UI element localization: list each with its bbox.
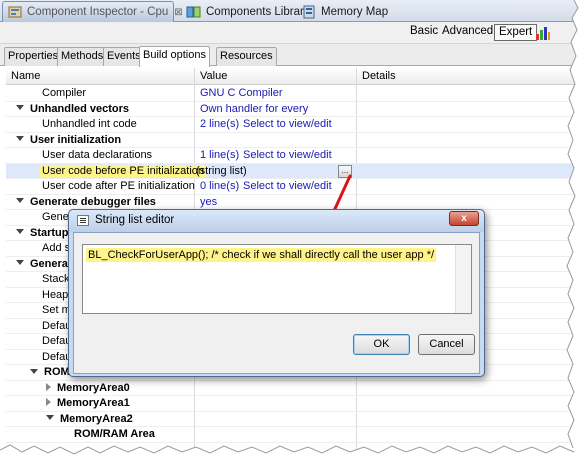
column-header-value[interactable]: Value	[200, 70, 227, 82]
row-value: (string list)	[196, 164, 247, 177]
row-value: GNU C Compiler	[200, 87, 283, 99]
row-name: Add s	[42, 242, 71, 254]
row-value: 2 line(s)	[200, 118, 240, 130]
table-row[interactable]: MemoryArea0	[6, 381, 584, 396]
inspector-sub-tabs: Properties Methods Events Build options …	[0, 44, 584, 67]
tab-label: Memory Map	[321, 5, 389, 18]
cancel-button[interactable]: Cancel	[418, 334, 475, 355]
row-name: Defau	[42, 319, 72, 332]
ok-button[interactable]: OK	[353, 334, 410, 355]
memory-map-icon	[301, 4, 317, 20]
row-name: Unhandled vectors	[30, 102, 130, 115]
row-name: Defau	[42, 335, 72, 347]
row-name: MemoryArea0	[57, 381, 130, 394]
table-row[interactable]: Unhandled int code 2 line(s) Select to v…	[6, 117, 584, 133]
expand-icon[interactable]	[16, 260, 24, 266]
inspector-toolbar: Basic Advanced Expert	[0, 22, 584, 44]
column-header-name[interactable]: Name	[11, 70, 40, 82]
tab-component-inspector[interactable]: Component Inspector - Cpu ⊠	[2, 1, 183, 22]
row-name: Heap	[42, 288, 69, 301]
dialog-title: String list editor	[95, 214, 175, 226]
tab-build-options[interactable]: Build options	[139, 46, 210, 67]
chart-view-icon[interactable]	[535, 25, 551, 44]
row-name: Startup	[30, 226, 69, 239]
close-button[interactable]: x	[449, 211, 479, 226]
dialog-title-bar[interactable]: String list editor x	[69, 210, 484, 232]
row-value: Own handler for every	[200, 102, 309, 115]
row-name: User data declarations	[42, 149, 153, 161]
row-value: 1 line(s)	[200, 149, 240, 161]
tab-label: Component Inspector - Cpu	[27, 6, 169, 18]
expand-icon[interactable]	[46, 415, 54, 421]
table-row[interactable]: MemoryArea1	[6, 396, 584, 412]
components-library-icon	[186, 4, 202, 20]
row-name: MemoryArea1	[57, 397, 130, 409]
list-editor-icon	[77, 215, 89, 226]
expand-icon[interactable]	[16, 136, 24, 142]
string-list-editor-dialog: String list editor x BL_CheckForUserApp(…	[68, 209, 485, 377]
row-name: Set m	[42, 304, 71, 316]
tab-components-library[interactable]: Components Library	[182, 1, 316, 22]
tab-memory-map[interactable]: Memory Map	[297, 1, 394, 22]
row-name: ROM/RAM Area	[74, 428, 155, 440]
collapse-icon[interactable]	[46, 398, 51, 407]
row-name: Unhandled int code	[42, 118, 137, 130]
mode-basic[interactable]: Basic	[406, 24, 442, 41]
row-value: yes	[200, 195, 218, 208]
row-name: Defau	[42, 350, 72, 363]
table-row[interactable]: User initialization	[6, 133, 584, 148]
tab-label: Components Library	[206, 5, 310, 18]
row-name: Compiler	[42, 87, 87, 99]
table-row[interactable]: Compiler GNU C Compiler	[6, 86, 584, 102]
component-inspector-icon	[7, 4, 23, 20]
expand-icon[interactable]	[16, 105, 24, 111]
row-name: ROM	[44, 366, 70, 378]
mode-expert[interactable]: Expert	[494, 24, 538, 41]
select-to-view-edit-link[interactable]: Select to view/edit	[243, 149, 332, 161]
row-name: Genera	[30, 257, 68, 270]
column-header-details[interactable]: Details	[362, 70, 396, 82]
row-value: 0 line(s)	[200, 180, 240, 192]
row-name: User initialization	[30, 133, 122, 146]
row-name: User code after PE initialization	[42, 180, 195, 192]
expand-icon[interactable]	[16, 198, 24, 204]
row-name: MemoryArea2	[60, 412, 133, 425]
row-name: Generate debugger files	[30, 195, 156, 208]
expand-icon[interactable]	[16, 229, 24, 235]
editor-tab-strip: Component Inspector - Cpu ⊠ Components L…	[0, 0, 584, 22]
mode-advanced[interactable]: Advanced	[438, 24, 497, 41]
table-row-selected[interactable]: User code before PE initialization (stri…	[6, 163, 584, 179]
string-list-textarea[interactable]: BL_CheckForUserApp(); /* check if we sha…	[82, 244, 472, 314]
row-name: Stack	[42, 273, 70, 285]
table-row[interactable]: Unhandled vectors Own handler for every	[6, 102, 584, 117]
select-to-view-edit-link[interactable]: Select to view/edit	[243, 118, 332, 130]
vertical-scrollbar[interactable]	[455, 245, 471, 313]
tab-properties[interactable]: Properties	[4, 47, 63, 66]
grid-header: Name Value Details	[6, 68, 584, 85]
tab-methods[interactable]: Methods	[57, 47, 108, 66]
table-row[interactable]: Generate debugger files yes	[6, 195, 584, 210]
code-line[interactable]: BL_CheckForUserApp(); /* check if we sha…	[86, 248, 437, 262]
dialog-body: BL_CheckForUserApp(); /* check if we sha…	[73, 232, 480, 374]
table-row[interactable]: User code after PE initialization 0 line…	[6, 179, 584, 195]
collapse-icon[interactable]	[46, 382, 51, 391]
expand-icon[interactable]	[30, 368, 38, 374]
table-row[interactable]: User data declarations 1 line(s) Select …	[6, 148, 584, 164]
table-row[interactable]: MemoryArea2	[6, 412, 584, 427]
tab-resources[interactable]: Resources	[216, 47, 277, 66]
table-row[interactable]: ROM/RAM Area	[6, 427, 584, 443]
row-name: User code before PE initialization	[40, 164, 207, 177]
